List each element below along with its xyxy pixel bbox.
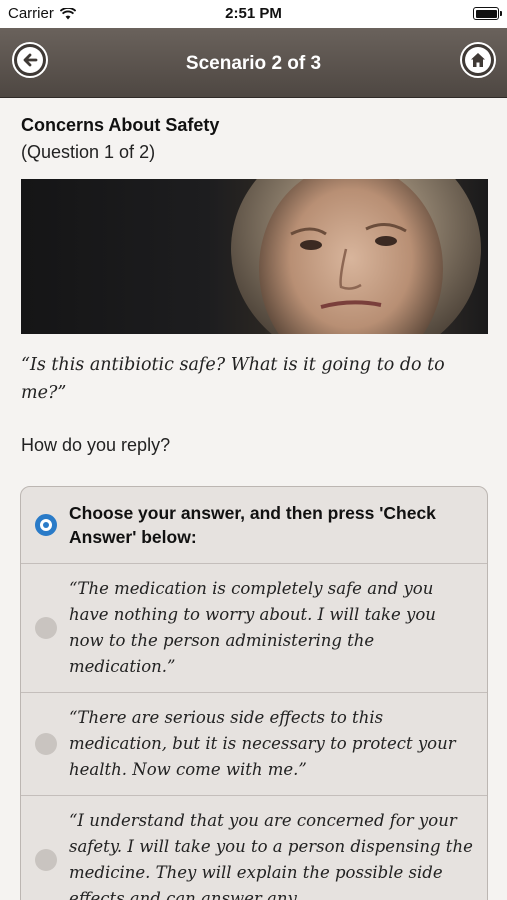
radio-unselected-icon[interactable] bbox=[35, 849, 57, 871]
home-button[interactable] bbox=[460, 42, 496, 78]
answer-option-text: “The medication is completely safe and y… bbox=[69, 579, 436, 676]
question-counter: (Question 1 of 2) bbox=[21, 142, 156, 162]
radio-unselected-icon[interactable] bbox=[35, 733, 57, 755]
answer-option-text: “There are serious side effects to this … bbox=[69, 708, 456, 779]
answer-option-text: “I understand that you are concerned for… bbox=[69, 811, 473, 900]
answer-instructions: Choose your answer, and then press 'Chec… bbox=[69, 503, 436, 547]
answer-option-2[interactable]: “There are serious side effects to this … bbox=[21, 693, 487, 796]
answer-header-row[interactable]: Choose your answer, and then press 'Chec… bbox=[21, 487, 487, 564]
answer-list: Choose your answer, and then press 'Chec… bbox=[20, 486, 488, 900]
battery-icon bbox=[473, 7, 502, 20]
radio-selected-icon[interactable] bbox=[35, 514, 57, 536]
answer-option-1[interactable]: “The medication is completely safe and y… bbox=[21, 564, 487, 693]
reply-prompt: How do you reply? bbox=[21, 435, 171, 455]
navigation-bar: Scenario 2 of 3 bbox=[0, 28, 507, 98]
answer-option-3[interactable]: “I understand that you are concerned for… bbox=[21, 796, 487, 900]
nav-title: Scenario 2 of 3 bbox=[185, 53, 322, 74]
home-icon bbox=[465, 47, 491, 73]
patient-quote: “Is this antibiotic safe? What is it goi… bbox=[21, 355, 445, 403]
radio-unselected-icon[interactable] bbox=[35, 617, 57, 639]
status-time: 2:51 PM bbox=[225, 5, 282, 22]
status-bar: Carrier 2:51 PM bbox=[0, 0, 507, 28]
page-title: Concerns About Safety bbox=[21, 115, 220, 135]
scenario-photo bbox=[21, 179, 488, 334]
